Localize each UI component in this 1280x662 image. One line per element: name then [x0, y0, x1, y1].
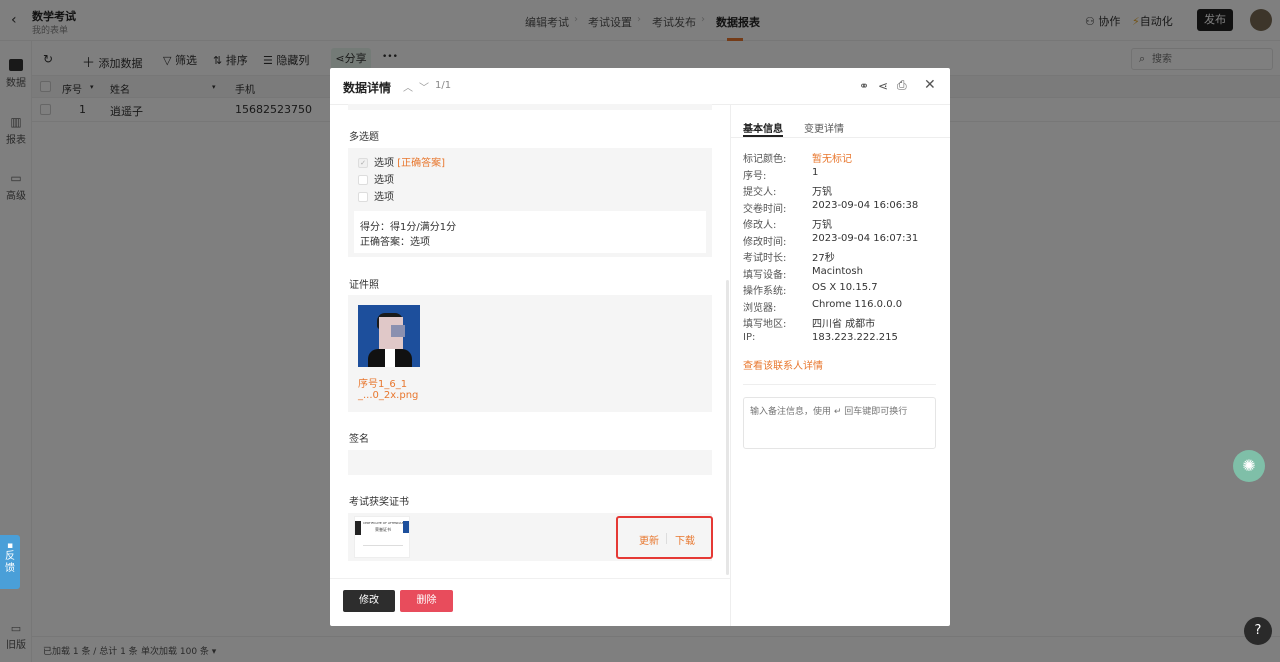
checkbox-unchecked [358, 192, 368, 202]
option-row: 选项 [358, 171, 394, 186]
info-label: 提交人: [743, 187, 777, 198]
certificate-box: CERTIFICATE OF ATTENDANCE 荣誉证书 更新 下载 [348, 513, 713, 561]
info-label: 修改人: [743, 220, 777, 231]
cert-line [363, 545, 403, 546]
print-icon[interactable]: ⎙ [897, 78, 907, 93]
photo-mosaic-block [391, 325, 405, 337]
cert-subtitle: 荣誉证书 [375, 527, 391, 532]
score-panel: 得分：得1分/满分1分 正确答案：选项 [354, 211, 706, 253]
panel-divider [730, 105, 731, 626]
close-icon[interactable]: ✕ [924, 77, 936, 93]
action-separator [666, 533, 667, 544]
view-contact-link[interactable]: 查看该联系人详情 [743, 357, 823, 372]
info-label: 操作系统: [743, 286, 787, 297]
feedback-button[interactable]: ▪ 反馈 [0, 535, 20, 589]
download-file-button[interactable]: 下载 [675, 532, 695, 547]
photo-shirt [385, 349, 395, 367]
correct-answer-text: 正确答案：选项 [360, 237, 430, 248]
info-label: 序号: [743, 171, 767, 182]
feedback-label: 反馈 [5, 551, 15, 574]
info-row-submit-time: 交卷时间: 2023-09-04 16:06:38 [743, 200, 918, 215]
multi-choice-title: 多选题 [349, 132, 379, 143]
footer-divider [330, 578, 730, 579]
info-label: IP: [743, 332, 756, 343]
option-label: 选项 [374, 192, 394, 203]
info-value: 183.223.222.215 [812, 332, 898, 343]
certificate-thumbnail[interactable]: CERTIFICATE OF ATTENDANCE 荣誉证书 [354, 516, 410, 558]
info-value: Macintosh [812, 266, 863, 277]
info-row-submitter: 提交人: 万钒 [743, 183, 832, 198]
chat-icon: ▪ [6, 541, 14, 551]
mark-color-link[interactable]: 暂无标记 [812, 150, 852, 165]
info-value: 万钒 [812, 220, 832, 231]
info-label: 考试时长: [743, 253, 787, 264]
ai-assistant-icon[interactable]: ✺ [1233, 450, 1265, 482]
modal-title: 数据详情 [343, 81, 392, 95]
tabs-divider [731, 137, 950, 138]
content-scrollbar[interactable] [726, 280, 729, 575]
option-label: 选项 [374, 175, 394, 186]
info-row-os: 操作系统: OS X 10.15.7 [743, 282, 878, 297]
record-pager: 1/1 [435, 80, 452, 91]
info-value: 万钒 [812, 187, 832, 198]
update-file-button[interactable]: 更新 [639, 532, 659, 547]
info-value: OS X 10.15.7 [812, 282, 878, 293]
cert-heading: CERTIFICATE OF ATTENDANCE [363, 521, 403, 525]
multi-choice-box: ✓ 选项 [正确答案] 选项 选项 得分：得1分/满分1分 正确答案：选项 [348, 148, 712, 257]
note-divider [743, 384, 936, 385]
tab-basic-info[interactable]: 基本信息 [743, 120, 783, 135]
info-label: 修改时间: [743, 237, 787, 248]
info-value: 2023-09-04 16:07:31 [812, 233, 919, 244]
option-row: 选项 [358, 188, 394, 203]
info-row-modify-time: 修改时间: 2023-09-04 16:07:31 [743, 233, 918, 248]
file-actions-highlight: 更新 下载 [616, 516, 713, 559]
info-row-device: 填写设备: Macintosh [743, 266, 863, 281]
option-label: 选项 [374, 158, 394, 169]
option-row: ✓ 选项 [正确答案] [358, 154, 445, 169]
delete-button[interactable]: 删除 [400, 590, 453, 612]
info-row-modifier: 修改人: 万钒 [743, 216, 832, 231]
info-row-mark-color: 标记颜色: 暂无标记 [743, 150, 852, 165]
photo-filename-line1[interactable]: 序号1_6_1 [358, 375, 407, 390]
info-value: 2023-09-04 16:06:38 [812, 200, 919, 211]
info-value: 27秒 [812, 253, 835, 264]
signature-title: 签名 [349, 434, 369, 445]
checkbox-unchecked [358, 175, 368, 185]
info-row-region: 填写地区: 四川省 成都市 [743, 315, 875, 330]
next-record-icon[interactable]: ﹀ [419, 79, 429, 94]
link-icon[interactable]: ⚭ [859, 79, 869, 93]
info-row-index: 序号: 1 [743, 167, 818, 182]
data-detail-modal: 数据详情 ︿ ﹀ 1/1 ⚭ ⋖ ⎙ ✕ 多选题 ✓ 选项 [正确答案] 选项 选… [330, 68, 950, 626]
info-value: Chrome 116.0.0.0 [812, 299, 903, 310]
certificate-title: 考试获奖证书 [349, 497, 409, 508]
info-label: 浏览器: [743, 303, 777, 314]
info-label: 填写设备: [743, 270, 787, 281]
cert-ornament [355, 521, 361, 535]
info-label: 标记颜色: [743, 154, 787, 165]
id-photo-thumbnail[interactable] [358, 305, 420, 367]
cert-photo [403, 521, 409, 533]
edit-button[interactable]: 修改 [343, 590, 395, 612]
checkbox-checked: ✓ [358, 158, 368, 168]
score-text: 得分：得1分/满分1分 [360, 222, 457, 233]
info-label: 交卷时间: [743, 204, 787, 215]
id-photo-title: 证件照 [349, 280, 379, 291]
help-icon[interactable]: ? [1244, 617, 1272, 645]
info-label: 填写地区: [743, 319, 787, 330]
tab-change-details[interactable]: 变更详情 [804, 120, 844, 135]
prev-record-icon[interactable]: ︿ [403, 79, 413, 94]
info-row-duration: 考试时长: 27秒 [743, 249, 835, 264]
info-value: 四川省 成都市 [812, 319, 876, 330]
info-value: 1 [812, 167, 819, 178]
photo-filename-line2[interactable]: _...0_2x.png [358, 390, 418, 401]
info-row-browser: 浏览器: Chrome 116.0.0.0 [743, 299, 902, 314]
signature-box [348, 450, 712, 475]
correct-answer-tag: [正确答案] [397, 158, 445, 169]
info-row-ip: IP: 183.223.222.215 [743, 332, 898, 343]
share-icon[interactable]: ⋖ [878, 79, 888, 93]
previous-field-bottom [348, 104, 712, 110]
note-input[interactable] [743, 397, 936, 449]
id-photo-box: 序号1_6_1 _...0_2x.png [348, 295, 712, 412]
